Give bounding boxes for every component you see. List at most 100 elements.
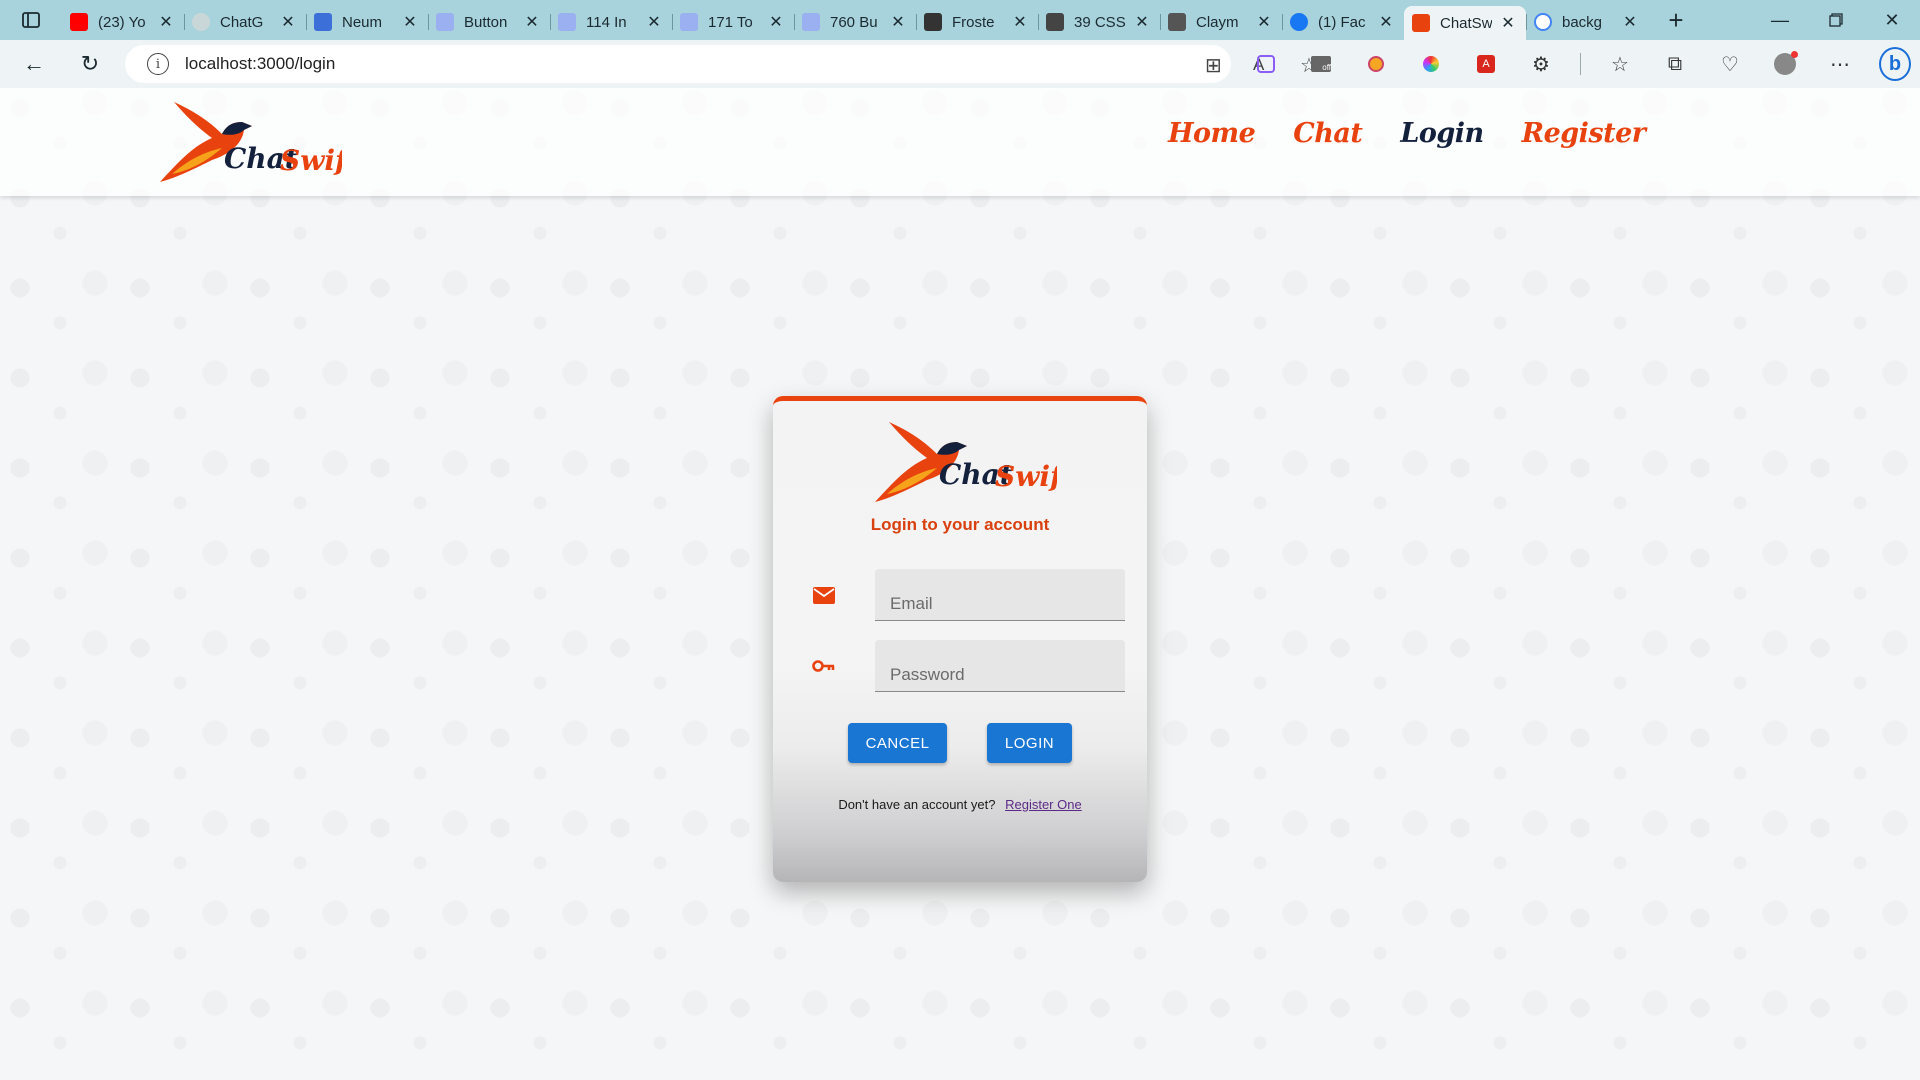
tab-close-icon[interactable]: ✕: [522, 12, 542, 32]
restore-button[interactable]: [1808, 0, 1864, 40]
browser-tab[interactable]: 171 To ✕: [672, 6, 794, 38]
browser-tab[interactable]: (1) Fac ✕: [1282, 6, 1404, 38]
extension-purple-icon[interactable]: [1250, 48, 1282, 80]
tab-title: 760 Bu: [830, 13, 878, 31]
dev-icon: [924, 13, 942, 31]
chatswift-bird-icon: [1412, 14, 1430, 32]
new-tab-button[interactable]: +: [1656, 0, 1696, 40]
svg-text:Swift: Swift: [995, 460, 1057, 493]
tab-close-icon[interactable]: ✕: [156, 12, 176, 32]
password-row: [811, 640, 1125, 692]
browser-tab[interactable]: backg ✕: [1526, 6, 1648, 38]
chatswift-card-logo: Chat Swift: [875, 422, 1057, 502]
browser-tab[interactable]: Claym ✕: [1160, 6, 1282, 38]
login-title: Login to your account: [870, 515, 1050, 534]
tab-title: backg: [1562, 13, 1603, 31]
tab-close-icon[interactable]: ✕: [1010, 12, 1030, 32]
tab-title: 114 In: [586, 13, 627, 31]
claymorphism-icon: [1168, 13, 1186, 31]
browser-essentials-icon[interactable]: ♡: [1714, 48, 1746, 80]
extension-off-icon[interactable]: off: [1305, 48, 1337, 80]
tab-close-icon[interactable]: ✕: [888, 12, 908, 32]
tab-title: ChatSw: [1440, 14, 1492, 32]
tab-close-icon[interactable]: ✕: [644, 12, 664, 32]
chatswift-logo[interactable]: Chat Swift: [152, 98, 342, 186]
close-window-button[interactable]: ✕: [1864, 0, 1920, 40]
youtube-icon: [70, 13, 88, 31]
arrow-left-icon: ←: [23, 51, 45, 76]
tab-close-icon[interactable]: ✕: [1254, 12, 1274, 32]
browser-tab[interactable]: (23) Yo ✕: [62, 6, 184, 38]
register-prompt: Don't have an account yet? Register One: [773, 797, 1147, 812]
login-card: Chat Swift Login to your account CANCEL …: [773, 396, 1147, 882]
favorites-icon[interactable]: ☆: [1604, 48, 1636, 80]
browser-tab[interactable]: 760 Bu ✕: [794, 6, 916, 38]
uiverse-icon: [802, 13, 820, 31]
tab-title: Button: [464, 13, 508, 31]
svg-text:Swift: Swift: [280, 144, 342, 177]
extension-color-picker-icon[interactable]: [1415, 48, 1447, 80]
site-info-icon[interactable]: i: [147, 53, 169, 75]
register-link[interactable]: Register One: [1005, 797, 1082, 812]
page-background: Chat Swift Home Chat Login Register Chat Sw…: [0, 88, 1920, 1080]
bing-copilot-icon[interactable]: b: [1879, 47, 1911, 81]
mail-icon: [811, 582, 837, 608]
extensions-puzzle-icon[interactable]: ⚙: [1525, 48, 1557, 80]
minimize-button[interactable]: —: [1752, 0, 1808, 40]
back-button[interactable]: ←: [14, 44, 54, 84]
tab-close-icon[interactable]: ✕: [1498, 13, 1518, 33]
close-icon: ✕: [1884, 9, 1900, 30]
browser-tab[interactable]: ChatG ✕: [184, 6, 306, 38]
tab-close-icon[interactable]: ✕: [400, 12, 420, 32]
password-input[interactable]: [875, 640, 1125, 692]
browser-tab[interactable]: Button ✕: [428, 6, 550, 38]
minimize-icon: —: [1771, 9, 1789, 30]
refresh-icon: ↻: [80, 51, 100, 76]
tab-title: 171 To: [708, 13, 753, 31]
cancel-button[interactable]: CANCEL: [848, 723, 947, 763]
no-account-text: Don't have an account yet?: [838, 797, 996, 812]
f-icon: [1046, 13, 1064, 31]
uiverse-icon: [680, 13, 698, 31]
nav-link-chat[interactable]: Chat: [1293, 118, 1363, 149]
window-controls: — ✕: [1752, 0, 1920, 40]
nav-link-home[interactable]: Home: [1168, 118, 1256, 149]
browser-tab[interactable]: ChatSw ✕: [1404, 6, 1526, 40]
browser-tab[interactable]: 114 In ✕: [550, 6, 672, 38]
nav-link-register[interactable]: Register: [1522, 118, 1646, 149]
browser-tab[interactable]: Froste ✕: [916, 6, 1038, 38]
address-bar[interactable]: i localhost:3000/login ⊞ A ☆: [125, 45, 1318, 83]
tab-title: Neum: [342, 13, 383, 31]
tab-close-icon[interactable]: ✕: [1376, 12, 1396, 32]
tab-actions-icon: [22, 12, 40, 28]
restore-icon: [1829, 13, 1843, 27]
tab-actions-button[interactable]: [0, 0, 62, 40]
browser-tab[interactable]: Neum ✕: [306, 6, 428, 38]
email-input[interactable]: [875, 569, 1125, 621]
tab-close-icon[interactable]: ✕: [1132, 12, 1152, 32]
email-row: [811, 569, 1125, 621]
collections-icon[interactable]: ⧉: [1659, 48, 1691, 80]
more-options-icon[interactable]: ⋯: [1824, 48, 1856, 80]
tab-title: ChatG: [220, 13, 264, 31]
extension-cookie-icon[interactable]: [1360, 48, 1392, 80]
login-button[interactable]: LOGIN: [987, 723, 1072, 763]
toolbar-separator: [1580, 53, 1581, 75]
neumorphism-icon: [314, 13, 332, 31]
key-icon: [811, 653, 837, 679]
browser-tab[interactable]: 39 CSS ✕: [1038, 6, 1160, 38]
tab-close-icon[interactable]: ✕: [1620, 12, 1640, 32]
url-text[interactable]: localhost:3000/login: [185, 54, 335, 74]
tab-close-icon[interactable]: ✕: [278, 12, 298, 32]
refresh-button[interactable]: ↻: [70, 44, 110, 84]
browser-tab-bar: (23) Yo ✕ ChatG ✕ Neum ✕ Button ✕ 114 In ✕ 171 To ✕…: [0, 0, 1920, 40]
nav-link-login[interactable]: Login: [1400, 118, 1484, 149]
uiverse-icon: [436, 13, 454, 31]
tab-close-icon[interactable]: ✕: [766, 12, 786, 32]
browser-toolbar: ← ↻ i localhost:3000/login ⊞ A ☆ off A ⚙…: [0, 40, 1920, 88]
profile-avatar[interactable]: [1769, 48, 1801, 80]
pdf-icon[interactable]: A: [1470, 48, 1502, 80]
extension-icons: off A ⚙ ☆ ⧉ ♡ ⋯ b: [1250, 47, 1911, 81]
app-available-icon[interactable]: ⊞: [1205, 53, 1222, 78]
site-header: Chat Swift Home Chat Login Register: [0, 88, 1920, 196]
